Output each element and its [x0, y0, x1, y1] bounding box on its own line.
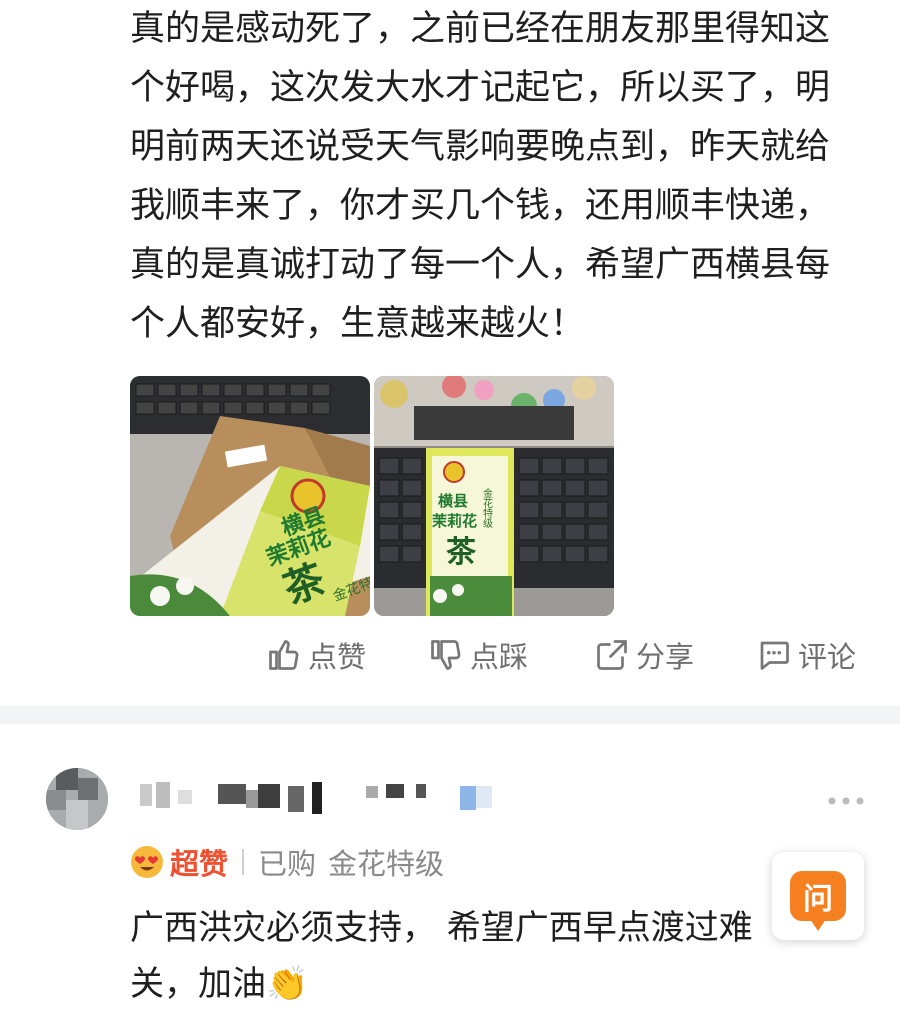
product-spec: 金花特级	[328, 847, 445, 881]
rating-badge: 超赞	[170, 847, 229, 881]
pixelated-avatar-image	[46, 768, 108, 830]
package-label: 横县	[438, 492, 468, 510]
section-divider	[0, 706, 900, 724]
dislike-label: 点踩	[470, 640, 529, 674]
pixelated-username	[140, 782, 492, 814]
share-button[interactable]: 分享	[594, 630, 694, 680]
like-label: 点赞	[308, 640, 367, 674]
comment-icon	[760, 641, 789, 670]
product-photo-illustration: 横县 茉莉花 茶 金花特级	[130, 376, 370, 616]
more-options-icon[interactable]	[826, 794, 866, 808]
review-line: 个人都安好，生意越来越火！	[130, 304, 586, 344]
package-label: 茶	[446, 535, 477, 570]
thumbs-down-icon	[431, 640, 461, 670]
share-icon	[597, 640, 627, 670]
thumbs-up-icon	[269, 640, 299, 670]
review-line: 个好喝，这次发大水才记起它，所以买了，明	[130, 68, 831, 108]
reply-line: 广西洪灾必须支持， 希望广西早点渡过难	[130, 908, 753, 948]
review-line: 真的是感动死了，之前已经在朋友那里得知这	[130, 9, 831, 49]
share-label: 分享	[636, 640, 695, 674]
comment-label: 评论	[798, 640, 857, 674]
review-photo-1[interactable]: 横县 茉莉花 茶 金花特级	[130, 376, 370, 616]
ask-label: 问	[803, 882, 833, 917]
review-line: 真的是真诚打动了每一个人，希望广西横县每	[130, 245, 831, 285]
reply-meta: 超赞 已购 金花特级	[130, 840, 444, 884]
ask-question-button[interactable]: 问	[772, 852, 864, 940]
review-photo-2[interactable]: 横县 茉莉花 茶 金花特级	[374, 376, 614, 616]
like-button[interactable]: 点赞	[266, 630, 366, 680]
package-label: 茉莉花	[432, 512, 477, 530]
reply-line: 关，加油👏	[130, 964, 309, 1004]
avatar[interactable]	[46, 768, 108, 830]
review-line: 我顺丰来了，你才买几个钱，还用顺丰快递，	[130, 186, 831, 226]
review-text: 真的是感动死了，之前已经在朋友那里得知这 个好喝，这次发大水才记起它，所以买了，…	[130, 0, 870, 354]
meta-divider	[242, 849, 245, 875]
reply-text: 广西洪灾必须支持， 希望广西早点渡过难 关，加油👏	[130, 900, 820, 1012]
review-line: 明前两天还说受天气影响要晚点到，昨天就给	[130, 127, 831, 167]
ask-bubble-icon: 问	[790, 871, 846, 931]
action-bar: 点赞 点踩 分享 评论	[0, 630, 900, 680]
purchased-label: 已购	[258, 847, 317, 881]
username-redacted[interactable]	[140, 780, 520, 814]
comment-button[interactable]: 评论	[756, 630, 856, 680]
product-photo-illustration: 横县 茉莉花 茶 金花特级	[374, 376, 614, 616]
package-label: 金花特级	[481, 487, 493, 529]
dislike-button[interactable]: 点踩	[428, 630, 528, 680]
heart-eyes-emoji-icon	[131, 846, 163, 878]
